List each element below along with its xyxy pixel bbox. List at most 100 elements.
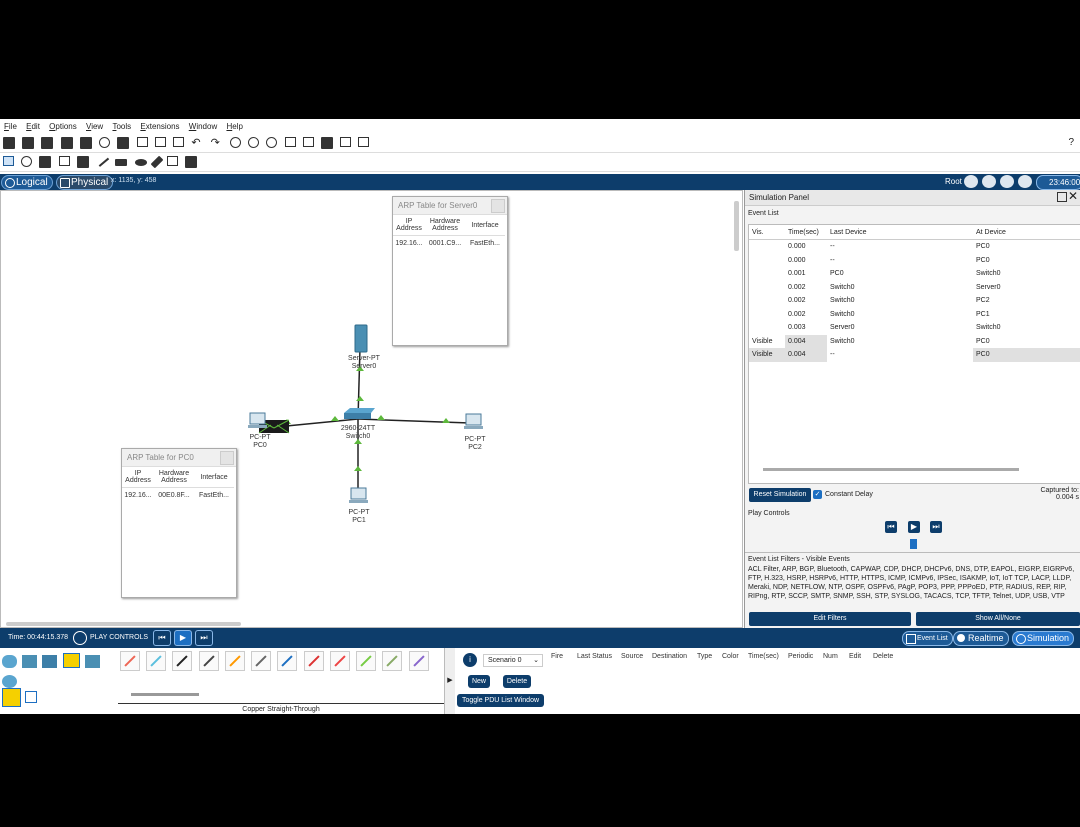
note-icon[interactable] (76, 156, 89, 168)
vertical-scrollbar[interactable] (734, 201, 739, 251)
copy-icon[interactable] (154, 137, 166, 147)
cable-scrollbar[interactable] (131, 693, 199, 696)
zoom-out-icon[interactable] (266, 137, 278, 148)
simulation-mode-button[interactable]: Simulation (1012, 631, 1075, 646)
cloud-icon[interactable] (982, 175, 996, 188)
show-all-none-button[interactable]: Show All/None (916, 612, 1080, 626)
move-icon[interactable] (1000, 175, 1014, 188)
table-row[interactable]: 0.002 Switch0 Server0 (749, 281, 1080, 295)
close-icon[interactable] (491, 199, 505, 213)
event-list-scrollbar[interactable] (763, 468, 1019, 471)
view-icon[interactable] (320, 137, 333, 149)
switch-category-icon[interactable] (22, 655, 38, 668)
save-as-icon[interactable] (60, 137, 73, 149)
info-icon[interactable] (99, 137, 111, 148)
coaxial-cable-icon[interactable] (277, 651, 298, 671)
play-button[interactable]: ▶ (174, 630, 192, 646)
clock-reset-icon[interactable] (73, 631, 87, 645)
undo-icon[interactable]: ↶ (191, 137, 203, 149)
image-icon[interactable] (358, 137, 370, 147)
menu-tools[interactable]: Tools (112, 119, 131, 135)
constant-delay-checkbox[interactable]: ✓ (813, 490, 822, 499)
menu-file[interactable]: File (4, 119, 17, 135)
activity-wizard-icon[interactable] (136, 137, 148, 147)
viewport-icon[interactable] (1018, 175, 1032, 188)
resize-icon[interactable] (58, 156, 70, 166)
zoom-reset-icon[interactable] (248, 137, 260, 148)
add-simple-pdu-icon[interactable] (167, 156, 179, 166)
usb-cable-icon[interactable] (408, 651, 429, 671)
fiber-cable-icon[interactable] (224, 651, 245, 671)
table-row[interactable]: 0.003 Server0 Switch0 (749, 321, 1080, 335)
draw-line-icon[interactable] (95, 153, 110, 167)
octal-cable-icon[interactable] (356, 651, 377, 671)
reset-simulation-button[interactable]: Reset Simulation (749, 488, 811, 502)
serial-dte-cable-icon[interactable] (329, 651, 350, 671)
wan-emulation-icon[interactable] (2, 675, 17, 688)
table-row[interactable]: 0.002 Switch0 PC1 (749, 308, 1080, 322)
close-icon[interactable]: ✕ (1068, 189, 1078, 204)
arp-table-pc0-window[interactable]: ARP Table for PC0 IP Address Hardware Add… (121, 448, 237, 598)
info-icon[interactable]: i (463, 653, 477, 667)
zoom-in-icon[interactable] (229, 137, 241, 148)
event-list-toggle[interactable]: Event List (902, 631, 953, 646)
undock-icon[interactable] (1057, 192, 1067, 202)
back-icon[interactable] (964, 175, 978, 188)
root-label[interactable]: Root (945, 177, 962, 186)
copper-straight-cable-icon[interactable] (172, 651, 193, 671)
grid-icon[interactable] (25, 691, 37, 703)
back-step-button[interactable]: ⏮ (153, 630, 171, 646)
physical-tab[interactable]: Physical (56, 175, 114, 190)
realtime-mode-button[interactable]: Realtime (953, 631, 1009, 646)
inspect-icon[interactable] (21, 156, 33, 167)
draw-rectangle-icon[interactable] (115, 159, 128, 166)
menu-options[interactable]: Options (49, 119, 77, 135)
table-row[interactable]: 0.001 PC0 Switch0 (749, 267, 1080, 281)
delete-scenario-button[interactable]: Delete (503, 675, 531, 688)
custom-device-icon[interactable] (302, 137, 314, 147)
table-row[interactable]: Visible 0.004 -- PC0 (749, 348, 1080, 362)
network-info-icon[interactable] (117, 137, 130, 149)
play-speed-slider[interactable] (910, 539, 917, 549)
print-icon[interactable] (79, 137, 92, 149)
freeform-icon[interactable] (150, 155, 164, 169)
scenario-select[interactable]: Scenario 0 ⌄ (483, 654, 543, 667)
paste-icon[interactable] (173, 137, 185, 147)
phone-cable-icon[interactable] (251, 651, 272, 671)
toggle-pdu-list-button[interactable]: Toggle PDU List Window (457, 694, 544, 707)
forward-step-button[interactable]: ⏭ (195, 630, 213, 646)
table-row[interactable]: 0.000 -- PC0 (749, 240, 1080, 254)
connections-category-icon[interactable] (62, 653, 80, 668)
table-row[interactable]: 0.000 -- PC0 (749, 254, 1080, 268)
drawing-palette-icon[interactable] (284, 137, 296, 147)
back-step-button[interactable]: ⏮ (885, 521, 897, 533)
table-row[interactable]: 0.002 Switch0 PC2 (749, 294, 1080, 308)
menu-view[interactable]: View (86, 119, 103, 135)
draw-ellipse-icon[interactable] (134, 159, 147, 166)
help-question-icon[interactable]: ? (1068, 137, 1074, 148)
iot-cable-icon[interactable] (382, 651, 403, 671)
wireless-category-icon[interactable] (84, 655, 100, 668)
horizontal-scrollbar[interactable] (6, 622, 241, 626)
console-cable-icon[interactable] (146, 651, 167, 671)
arp-table-server0-window[interactable]: ARP Table for Server0 IP Address Hardware… (392, 196, 508, 346)
delete-icon[interactable] (39, 156, 52, 168)
open-file-icon[interactable] (22, 137, 35, 149)
ipc-icon[interactable] (340, 137, 352, 147)
hub-category-icon[interactable] (42, 655, 58, 668)
logical-workspace[interactable]: Server-PT Server0 2960-24TT Switch0 PC-PT P… (0, 190, 743, 628)
connections-subcategory-icon[interactable] (2, 688, 21, 707)
menu-help[interactable]: Help (226, 119, 242, 135)
redo-icon[interactable]: ↷ (211, 137, 223, 149)
forward-step-button[interactable]: ⏭ (930, 521, 942, 533)
play-button[interactable]: ▶ (908, 521, 920, 533)
new-file-icon[interactable] (3, 137, 15, 149)
automatic-cable-icon[interactable] (120, 651, 140, 671)
arp-server0-titlebar[interactable]: ARP Table for Server0 (393, 197, 507, 215)
table-row[interactable]: Visible 0.004 Switch0 PC0 (749, 334, 1080, 348)
menu-edit[interactable]: Edit (26, 119, 40, 135)
close-icon[interactable] (220, 451, 234, 465)
select-icon[interactable] (3, 156, 14, 166)
add-complex-pdu-icon[interactable] (185, 156, 198, 168)
arp-pc0-titlebar[interactable]: ARP Table for PC0 (122, 449, 236, 467)
